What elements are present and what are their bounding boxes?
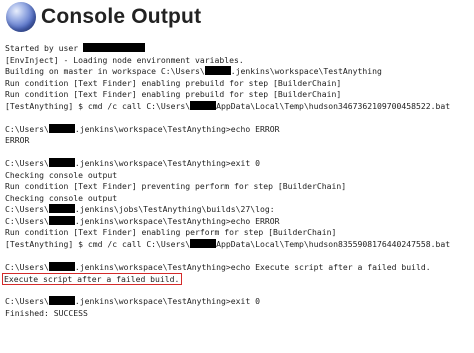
console-line: C:\Users\ .jenkins\workspace\TestAnything… [5,215,280,226]
redacted-username [82,43,145,52]
console-line: Run condition [Text Finder] preventing p… [5,181,347,191]
redacted-username [48,158,75,167]
console-line: Run condition [Text Finder] enabling pre… [5,89,342,99]
console-line: Building on master in workspace C:\Users… [5,66,382,76]
redacted-username [48,123,75,133]
console-line: C:\Users\ .jenkins\workspace\TestAnything… [5,296,261,306]
redacted-username [204,66,231,75]
redacted-username [48,261,75,271]
redacted-username [48,215,75,225]
console-line: ERROR [5,135,30,145]
redacted-username [48,204,75,213]
console-line: Started by user [5,43,474,55]
console-line: Checking console output [5,169,118,180]
console-line: Checking console output [5,192,118,203]
globe-icon [6,2,36,32]
console-line: Run condition [Text Finder] enabling per… [5,227,337,237]
console-line: C:\Users\ .jenkins\workspace\TestAnything… [5,123,280,134]
console-line: C:\Users\ .jenkins\workspace\TestAnything… [5,158,261,168]
console-output: Started by user [EnvInject] - Loading no… [2,43,474,319]
redacted-username [48,296,75,305]
redacted-username [190,100,217,110]
highlighted-output: Execute script after a failed build. [2,273,183,285]
console-line: C:\Users\ .jenkins\jobs\TestAnything\buil… [5,204,275,214]
console-line: C:\Users\ .jenkins\workspace\TestAnything… [5,261,431,272]
console-line: Run condition [Text Finder] enabling pre… [5,77,342,88]
console-line: [EnvInject] - Loading node environment v… [5,54,244,65]
console-line: [TestAnything] $ cmd /c call C:\Users\ Ap… [5,100,451,111]
redacted-username [190,238,217,248]
page-header: Console Output [6,2,201,32]
console-line: Execute script after a failed build. [2,273,474,285]
page-title: Console Output [41,5,202,28]
build-status: Finished: SUCCESS [5,307,88,318]
console-line: [TestAnything] $ cmd /c call C:\Users\ Ap… [5,238,451,249]
